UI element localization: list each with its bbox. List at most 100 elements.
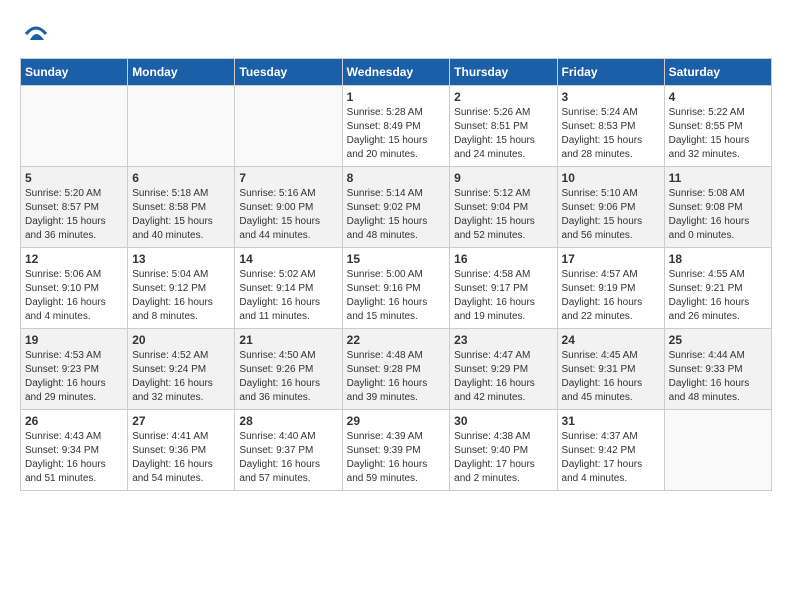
day-number: 3 bbox=[562, 90, 660, 104]
day-number: 2 bbox=[454, 90, 552, 104]
calendar-cell: 13 Sunrise: 5:04 AM Sunset: 9:12 PM Dayli… bbox=[128, 248, 235, 329]
calendar-cell: 9 Sunrise: 5:12 AM Sunset: 9:04 PM Daylig… bbox=[450, 167, 557, 248]
day-info: Sunrise: 4:38 AM Sunset: 9:40 PM Dayligh… bbox=[454, 430, 552, 486]
day-number: 31 bbox=[562, 414, 660, 428]
calendar-cell: 24Sunrise: 4:45 AM Sunset: 9:31 PM Dayli… bbox=[557, 329, 664, 410]
day-info: Sunrise: 4:52 AM Sunset: 9:24 PM Dayligh… bbox=[132, 349, 230, 405]
day-number: 11 bbox=[669, 171, 767, 185]
day-number: 22 bbox=[347, 333, 446, 347]
day-info: Sunrise: 5:08 AM Sunset: 9:08 PM Dayligh… bbox=[669, 187, 767, 243]
day-info: Sunrise: 5:12 AM Sunset: 9:04 PM Dayligh… bbox=[454, 187, 552, 243]
calendar-cell: 20 Sunrise: 4:52 AM Sunset: 9:24 PM Dayli… bbox=[128, 329, 235, 410]
calendar-week-row: 26Sunrise: 4:43 AM Sunset: 9:34 PM Dayli… bbox=[21, 410, 772, 491]
weekday-header: Wednesday bbox=[342, 59, 450, 86]
calendar-cell: 25Sunrise: 4:44 AM Sunset: 9:33 PM Dayli… bbox=[664, 329, 771, 410]
day-number: 18 bbox=[669, 252, 767, 266]
calendar-cell: 29 Sunrise: 4:39 AM Sunset: 9:39 PM Dayli… bbox=[342, 410, 450, 491]
day-info: Sunrise: 4:57 AM Sunset: 9:19 PM Dayligh… bbox=[562, 268, 660, 324]
calendar-cell: 8 Sunrise: 5:14 AM Sunset: 9:02 PM Daylig… bbox=[342, 167, 450, 248]
day-number: 16 bbox=[454, 252, 552, 266]
day-info: Sunrise: 5:28 AM Sunset: 8:49 PM Dayligh… bbox=[347, 106, 446, 162]
day-info: Sunrise: 5:26 AM Sunset: 8:51 PM Dayligh… bbox=[454, 106, 552, 162]
calendar-cell: 17 Sunrise: 4:57 AM Sunset: 9:19 PM Dayli… bbox=[557, 248, 664, 329]
day-info: Sunrise: 5:00 AM Sunset: 9:16 PM Dayligh… bbox=[347, 268, 446, 324]
calendar-cell: 3 Sunrise: 5:24 AM Sunset: 8:53 PM Daylig… bbox=[557, 86, 664, 167]
day-number: 6 bbox=[132, 171, 230, 185]
day-info: Sunrise: 4:48 AM Sunset: 9:28 PM Dayligh… bbox=[347, 349, 446, 405]
calendar-cell: 16 Sunrise: 4:58 AM Sunset: 9:17 PM Dayli… bbox=[450, 248, 557, 329]
weekday-header: Thursday bbox=[450, 59, 557, 86]
day-number: 30 bbox=[454, 414, 552, 428]
calendar-cell: 19 Sunrise: 4:53 AM Sunset: 9:23 PM Dayli… bbox=[21, 329, 128, 410]
calendar-cell: 7 Sunrise: 5:16 AM Sunset: 9:00 PM Daylig… bbox=[235, 167, 342, 248]
day-number: 28 bbox=[239, 414, 337, 428]
calendar-cell: 1Sunrise: 5:28 AM Sunset: 8:49 PM Daylig… bbox=[342, 86, 450, 167]
day-info: Sunrise: 5:24 AM Sunset: 8:53 PM Dayligh… bbox=[562, 106, 660, 162]
day-info: Sunrise: 4:47 AM Sunset: 9:29 PM Dayligh… bbox=[454, 349, 552, 405]
calendar-cell: 27 Sunrise: 4:41 AM Sunset: 9:36 PM Dayli… bbox=[128, 410, 235, 491]
calendar-week-row: 19 Sunrise: 4:53 AM Sunset: 9:23 PM Dayli… bbox=[21, 329, 772, 410]
day-number: 5 bbox=[25, 171, 123, 185]
page-header bbox=[20, 20, 772, 48]
day-number: 12 bbox=[25, 252, 123, 266]
day-info: Sunrise: 4:41 AM Sunset: 9:36 PM Dayligh… bbox=[132, 430, 230, 486]
day-number: 29 bbox=[347, 414, 446, 428]
day-number: 23 bbox=[454, 333, 552, 347]
calendar-cell: 6 Sunrise: 5:18 AM Sunset: 8:58 PM Daylig… bbox=[128, 167, 235, 248]
day-info: Sunrise: 4:45 AM Sunset: 9:31 PM Dayligh… bbox=[562, 349, 660, 405]
day-info: Sunrise: 4:40 AM Sunset: 9:37 PM Dayligh… bbox=[239, 430, 337, 486]
day-info: Sunrise: 5:14 AM Sunset: 9:02 PM Dayligh… bbox=[347, 187, 446, 243]
calendar-cell: 23 Sunrise: 4:47 AM Sunset: 9:29 PM Dayli… bbox=[450, 329, 557, 410]
day-number: 10 bbox=[562, 171, 660, 185]
day-number: 13 bbox=[132, 252, 230, 266]
weekday-header: Friday bbox=[557, 59, 664, 86]
calendar-week-row: 12 Sunrise: 5:06 AM Sunset: 9:10 PM Dayli… bbox=[21, 248, 772, 329]
day-info: Sunrise: 5:04 AM Sunset: 9:12 PM Dayligh… bbox=[132, 268, 230, 324]
day-info: Sunrise: 4:58 AM Sunset: 9:17 PM Dayligh… bbox=[454, 268, 552, 324]
calendar-cell bbox=[664, 410, 771, 491]
calendar-cell: 28 Sunrise: 4:40 AM Sunset: 9:37 PM Dayli… bbox=[235, 410, 342, 491]
day-number: 4 bbox=[669, 90, 767, 104]
logo bbox=[20, 20, 50, 48]
calendar-cell: 14Sunrise: 5:02 AM Sunset: 9:14 PM Dayli… bbox=[235, 248, 342, 329]
calendar-cell: 2 Sunrise: 5:26 AM Sunset: 8:51 PM Daylig… bbox=[450, 86, 557, 167]
day-info: Sunrise: 4:39 AM Sunset: 9:39 PM Dayligh… bbox=[347, 430, 446, 486]
weekday-header: Tuesday bbox=[235, 59, 342, 86]
day-info: Sunrise: 5:22 AM Sunset: 8:55 PM Dayligh… bbox=[669, 106, 767, 162]
weekday-header: Saturday bbox=[664, 59, 771, 86]
day-info: Sunrise: 4:55 AM Sunset: 9:21 PM Dayligh… bbox=[669, 268, 767, 324]
day-info: Sunrise: 5:10 AM Sunset: 9:06 PM Dayligh… bbox=[562, 187, 660, 243]
calendar-cell bbox=[128, 86, 235, 167]
day-info: Sunrise: 5:18 AM Sunset: 8:58 PM Dayligh… bbox=[132, 187, 230, 243]
day-info: Sunrise: 4:53 AM Sunset: 9:23 PM Dayligh… bbox=[25, 349, 123, 405]
day-info: Sunrise: 5:06 AM Sunset: 9:10 PM Dayligh… bbox=[25, 268, 123, 324]
calendar-week-row: 1Sunrise: 5:28 AM Sunset: 8:49 PM Daylig… bbox=[21, 86, 772, 167]
day-number: 7 bbox=[239, 171, 337, 185]
day-number: 8 bbox=[347, 171, 446, 185]
day-info: Sunrise: 5:16 AM Sunset: 9:00 PM Dayligh… bbox=[239, 187, 337, 243]
day-number: 27 bbox=[132, 414, 230, 428]
day-info: Sunrise: 4:37 AM Sunset: 9:42 PM Dayligh… bbox=[562, 430, 660, 486]
day-info: Sunrise: 4:50 AM Sunset: 9:26 PM Dayligh… bbox=[239, 349, 337, 405]
weekday-header-row: SundayMondayTuesdayWednesdayThursdayFrid… bbox=[21, 59, 772, 86]
calendar-cell: 10 Sunrise: 5:10 AM Sunset: 9:06 PM Dayli… bbox=[557, 167, 664, 248]
calendar-cell: 26Sunrise: 4:43 AM Sunset: 9:34 PM Dayli… bbox=[21, 410, 128, 491]
calendar-cell: 11 Sunrise: 5:08 AM Sunset: 9:08 PM Dayli… bbox=[664, 167, 771, 248]
day-number: 15 bbox=[347, 252, 446, 266]
calendar-cell: 18 Sunrise: 4:55 AM Sunset: 9:21 PM Dayli… bbox=[664, 248, 771, 329]
day-number: 17 bbox=[562, 252, 660, 266]
calendar-week-row: 5Sunrise: 5:20 AM Sunset: 8:57 PM Daylig… bbox=[21, 167, 772, 248]
calendar-cell: 15 Sunrise: 5:00 AM Sunset: 9:16 PM Dayli… bbox=[342, 248, 450, 329]
calendar-cell: 30 Sunrise: 4:38 AM Sunset: 9:40 PM Dayli… bbox=[450, 410, 557, 491]
calendar-cell: 12 Sunrise: 5:06 AM Sunset: 9:10 PM Dayli… bbox=[21, 248, 128, 329]
day-number: 20 bbox=[132, 333, 230, 347]
day-number: 9 bbox=[454, 171, 552, 185]
day-number: 25 bbox=[669, 333, 767, 347]
calendar-cell bbox=[21, 86, 128, 167]
day-number: 21 bbox=[239, 333, 337, 347]
weekday-header: Monday bbox=[128, 59, 235, 86]
calendar-cell bbox=[235, 86, 342, 167]
calendar-cell: 31 Sunrise: 4:37 AM Sunset: 9:42 PM Dayli… bbox=[557, 410, 664, 491]
calendar-cell: 21 Sunrise: 4:50 AM Sunset: 9:26 PM Dayli… bbox=[235, 329, 342, 410]
day-number: 19 bbox=[25, 333, 123, 347]
